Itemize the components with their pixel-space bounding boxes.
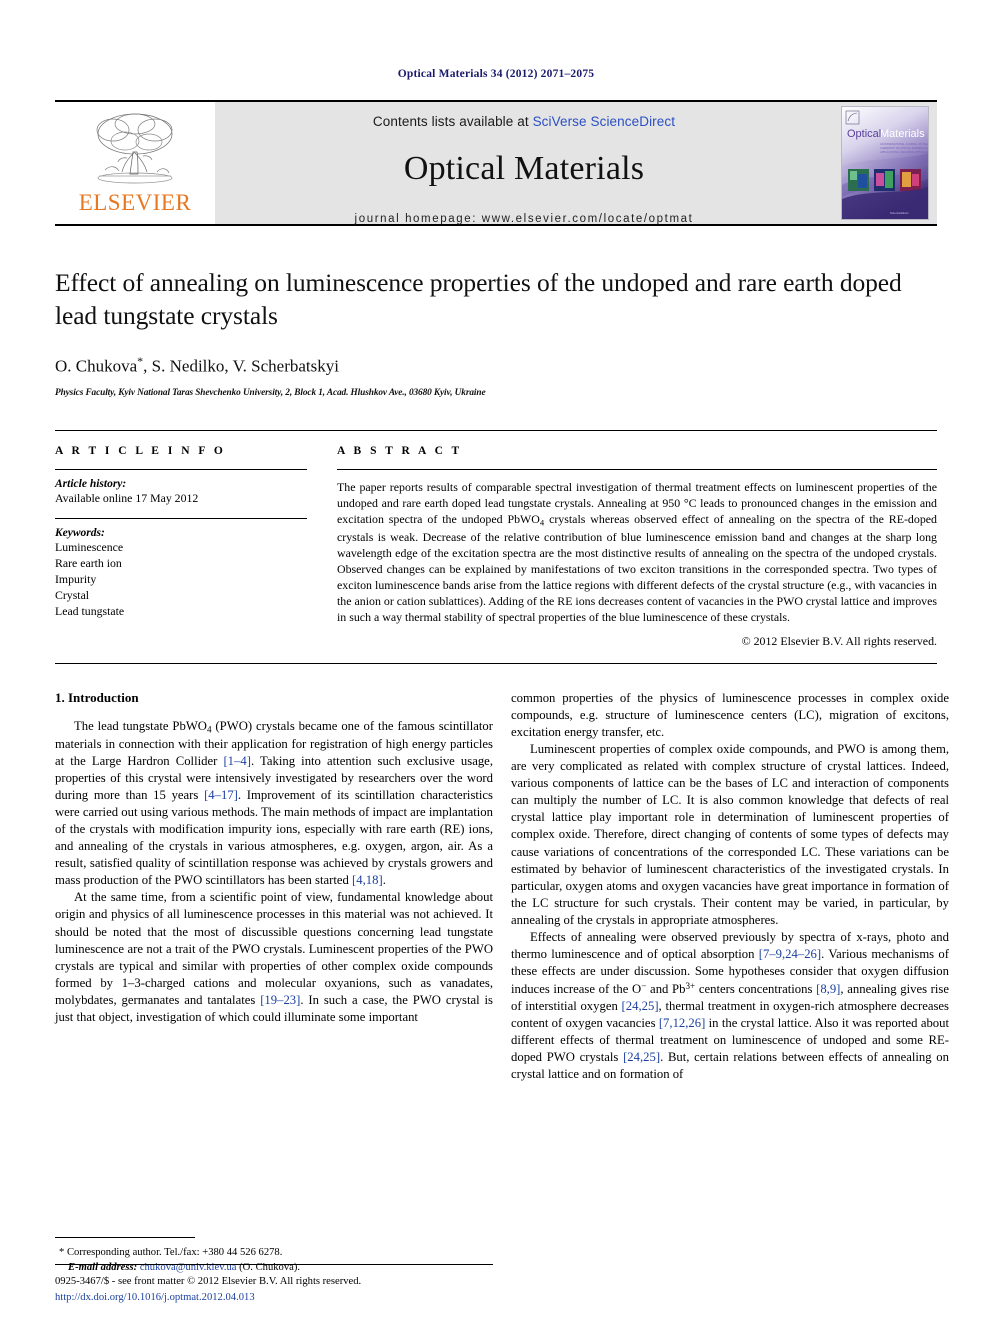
article-info-heading: A R T I C L E I N F O (55, 444, 226, 457)
keywords-list: Luminescence Rare earth ion Impurity Cry… (55, 539, 307, 619)
keyword-item: Rare earth ion (55, 556, 122, 570)
citation-link[interactable]: [4,18] (352, 873, 383, 887)
doi-link[interactable]: http://dx.doi.org/10.1016/j.optmat.2012.… (55, 1290, 615, 1305)
citation-link[interactable]: [24,25] (622, 999, 659, 1013)
citation-link[interactable]: [8,9] (816, 982, 840, 996)
email-note: E-mail address: chukova@univ.kiev.ua (O.… (55, 1260, 493, 1275)
citation-link[interactable]: [24,25] (623, 1050, 660, 1064)
svg-text:Optical: Optical (847, 128, 881, 140)
text-run: . (382, 873, 386, 888)
svg-text:Materials: Materials (880, 128, 925, 140)
text-run: and Pb (646, 982, 686, 996)
abstract-copyright: © 2012 Elsevier B.V. All rights reserved… (741, 633, 937, 648)
abstract-text: The paper reports results of comparable … (337, 479, 937, 625)
charge-superscript: 3+ (685, 981, 696, 992)
footer-rule (55, 1264, 493, 1265)
issn-line: 0925-3467/$ - see front matter © 2012 El… (55, 1276, 362, 1288)
paragraph-right-3: Effects of annealing were observed previ… (511, 929, 949, 1084)
keyword-item: Lead tungstate (55, 604, 125, 619)
article-info-column: A R T I C L E I N F O Article history: A… (55, 445, 333, 649)
contents-available-line: Contents lists available at SciVerse Sci… (373, 114, 675, 129)
svg-text:AN INTERNATIONAL JOURNAL ON TH: AN INTERNATIONAL JOURNAL ON THE PHYSICS … (880, 142, 929, 146)
info-abstract-region: A R T I C L E I N F O Article history: A… (55, 429, 937, 649)
section-heading-introduction: 1. Introduction (55, 689, 139, 705)
footnote-text: Corresponding author. Tel./fax: +380 44 … (66, 1246, 283, 1258)
article-history-value: Available online 17 May 2012 (55, 490, 199, 505)
running-head: Optical Materials 34 (2012) 2071–2075 (397, 68, 595, 80)
text-run: At the same time, from a scientific poin… (55, 890, 493, 1007)
citation-link[interactable]: [7–9,24–26] (759, 947, 821, 961)
contents-prefix: Contents lists available at (372, 114, 533, 129)
text-run: The lead tungstate PbWO (74, 718, 207, 733)
elsevier-wordmark: ELSEVIER (78, 190, 192, 215)
footnote-marker: * (59, 1246, 65, 1258)
paragraph-left-1: The lead tungstate PbWO4 (PWO) crystals … (55, 718, 493, 890)
footnote-block: * Corresponding author. Tel./fax: +380 4… (55, 1236, 493, 1275)
abstract-bottom-rule (55, 662, 937, 664)
svg-text:ScienceDirect: ScienceDirect (890, 211, 909, 215)
paper-page: Optical Materials 34 (2012) 2071–2075 EL… (0, 0, 992, 1323)
citation-link[interactable]: [19–23] (260, 993, 300, 1007)
journal-cover-container: Optical Materials AN INTERNATIONAL JOURN… (833, 102, 937, 224)
abstract-column: A B S T R A C T The paper reports result… (333, 445, 937, 649)
abstract-rule-top (337, 468, 937, 470)
corresponding-author-note: * Corresponding author. Tel./fax: +380 4… (55, 1245, 493, 1260)
masthead-center: Contents lists available at SciVerse Sci… (215, 102, 833, 225)
abstract-part-2: crystals whereas observed effect of anne… (337, 511, 937, 624)
article-history-label: Article history: (55, 477, 127, 490)
journal-title: Optical Materials (403, 150, 645, 187)
paragraph-right-2: Luminescent properties of complex oxide … (511, 742, 949, 927)
info-rule-top (55, 468, 307, 470)
abstract-heading: A B S T R A C T (337, 444, 463, 457)
info-rule-middle (55, 517, 307, 519)
journal-cover-thumbnail: Optical Materials AN INTERNATIONAL JOURN… (841, 106, 929, 220)
keyword-item: Luminescence (55, 539, 124, 554)
title-block: Effect of annealing on luminescence prop… (55, 266, 937, 398)
elsevier-tree-icon (96, 113, 173, 184)
footnote-rule (55, 1236, 195, 1238)
citation-link[interactable]: [7,12,26] (659, 1016, 706, 1030)
paragraph-right-1: common properties of the physics of lumi… (511, 690, 949, 739)
author-first: O. Chukova (55, 356, 138, 376)
footer-issn-block: 0925-3467/$ - see front matter © 2012 El… (55, 1274, 615, 1305)
keyword-item: Crystal (55, 588, 90, 603)
journal-homepage-line[interactable]: journal homepage: www.elsevier.com/locat… (355, 213, 694, 225)
text-run: . Improvement of its scintillation chara… (55, 787, 493, 888)
authors-remaining: , S. Nedilko, V. Scherbatskyi (143, 356, 339, 376)
elsevier-logo: ELSEVIER (55, 102, 215, 224)
body-right-column: common properties of the physics of lumi… (511, 690, 949, 1084)
author-list: O. Chukova*, S. Nedilko, V. Scherbatskyi (55, 354, 937, 377)
body-columns: 1. Introduction The lead tungstate PbWO4… (55, 690, 949, 1084)
keywords-label: Keywords: (55, 526, 105, 539)
paragraph-left-2: At the same time, from a scientific poin… (55, 889, 493, 1026)
affiliation: Physics Faculty, Kyiv National Taras She… (55, 387, 486, 398)
journal-masthead: ELSEVIER Contents lists available at Sci… (55, 100, 937, 225)
paper-title: Effect of annealing on luminescence prop… (55, 268, 902, 331)
citation-link[interactable]: [1–4] (223, 754, 250, 768)
sciencedirect-link[interactable]: SciVerse ScienceDirect (533, 114, 676, 129)
text-run: centers concentrations (695, 982, 817, 996)
svg-text:APPLICATIONS, INCLUDING OPTOEL: APPLICATIONS, INCLUDING OPTOELECTRONICS (880, 150, 929, 154)
citation-link[interactable]: [4–17] (204, 788, 238, 802)
keyword-item: Impurity (55, 572, 97, 587)
svg-text:CHEMISTRY OF OPTICAL MATERIALS: CHEMISTRY OF OPTICAL MATERIALS AND THEIR (880, 146, 929, 150)
body-left-column: 1. Introduction The lead tungstate PbWO4… (55, 690, 493, 1084)
